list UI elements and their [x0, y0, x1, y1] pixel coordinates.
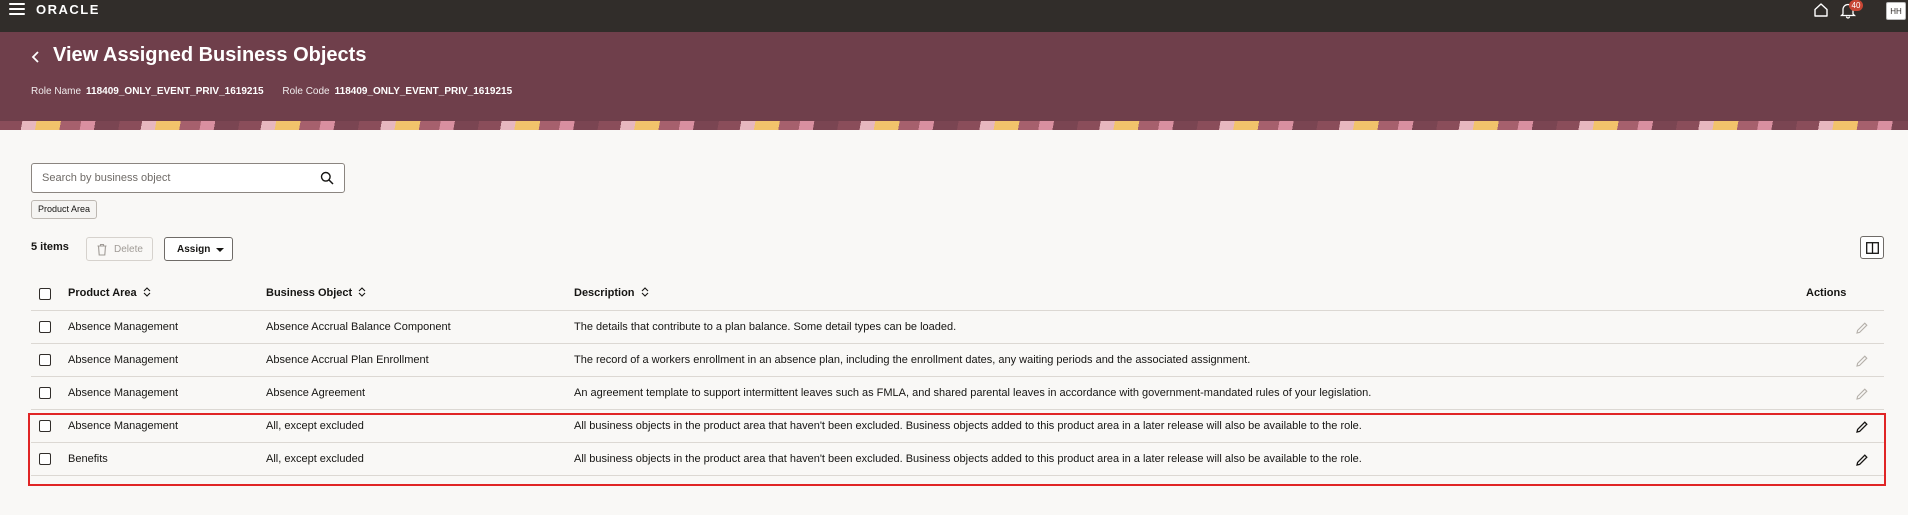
search-input[interactable]: [42, 169, 312, 187]
table-row[interactable]: Absence Management Absence Accrual Plan …: [31, 344, 1884, 377]
cell-product-area: Benefits: [68, 453, 108, 465]
edit-pencil-icon[interactable]: [1855, 387, 1869, 401]
cell-product-area: Absence Management: [68, 420, 179, 432]
items-count: 5 items: [31, 241, 69, 253]
cell-business-object: All, except excluded: [266, 420, 364, 432]
menu-icon[interactable]: [9, 3, 25, 17]
edit-pencil-icon[interactable]: [1855, 420, 1869, 434]
cell-business-object: All, except excluded: [266, 453, 364, 465]
column-header-product-area[interactable]: Product Area: [68, 287, 151, 299]
row-checkbox[interactable]: [39, 354, 51, 366]
user-avatar[interactable]: HH: [1886, 2, 1906, 20]
back-icon[interactable]: [30, 50, 42, 64]
cell-description: The details that contribute to a plan ba…: [574, 321, 957, 333]
home-icon[interactable]: [1813, 2, 1829, 18]
column-header-label: Product Area: [68, 287, 137, 299]
filter-chip-product-area[interactable]: Product Area: [31, 200, 98, 219]
row-checkbox[interactable]: [39, 420, 51, 432]
cell-description: All business objects in the product area…: [574, 453, 1362, 465]
table-row[interactable]: Benefits All, except excluded All busine…: [31, 443, 1884, 476]
role-code-label: Role Code: [282, 86, 330, 97]
row-checkbox[interactable]: [39, 387, 51, 399]
assign-button[interactable]: Assign: [164, 237, 233, 261]
edit-pencil-icon[interactable]: [1855, 453, 1869, 467]
page-title: View Assigned Business Objects: [53, 44, 367, 66]
cell-product-area: Absence Management: [68, 387, 179, 399]
sort-icon[interactable]: [641, 287, 649, 297]
column-layout-button[interactable]: [1860, 236, 1884, 259]
cell-business-object: Absence Agreement: [266, 387, 366, 399]
cell-product-area: Absence Management: [68, 321, 179, 333]
column-header-actions: Actions: [1806, 287, 1847, 299]
chevron-down-icon: [216, 248, 224, 252]
cell-description: An agreement template to support intermi…: [574, 387, 1372, 399]
role-info: Role Name 118409_ONLY_EVENT_PRIV_1619215 …: [31, 86, 528, 97]
header-decoration: [0, 121, 1908, 130]
sort-icon[interactable]: [358, 287, 366, 297]
global-header: ORACLE 40 HH: [0, 0, 1908, 32]
row-checkbox[interactable]: [39, 453, 51, 465]
oracle-logo[interactable]: ORACLE: [36, 2, 100, 17]
trash-icon: [97, 243, 107, 256]
page-header: View Assigned Business Objects Role Name…: [0, 32, 1908, 121]
table-row[interactable]: Absence Management All, except excluded …: [31, 410, 1884, 443]
select-all-checkbox[interactable]: [39, 288, 51, 300]
split-panel-icon: [1866, 242, 1879, 254]
assign-label: Assign: [177, 244, 211, 255]
notification-badge: 40: [1849, 0, 1863, 11]
delete-button[interactable]: Delete: [86, 237, 153, 261]
edit-pencil-icon[interactable]: [1855, 321, 1869, 335]
column-header-label: Description: [574, 287, 635, 299]
search-icon[interactable]: [320, 171, 334, 185]
table-row[interactable]: Absence Management Absence Agreement An …: [31, 377, 1884, 410]
table-header-row: Product Area Business Object Description…: [31, 278, 1884, 311]
cell-business-object: Absence Accrual Balance Component: [266, 321, 451, 333]
column-header-label: Business Object: [266, 287, 353, 299]
role-name-label: Role Name: [31, 86, 82, 97]
role-name-value: 118409_ONLY_EVENT_PRIV_1619215: [86, 86, 264, 97]
column-header-business-object[interactable]: Business Object: [266, 287, 366, 299]
sort-icon[interactable]: [143, 287, 151, 297]
column-header-description[interactable]: Description: [574, 287, 649, 299]
role-code-value: 118409_ONLY_EVENT_PRIV_1619215: [334, 86, 513, 97]
search-box[interactable]: [31, 163, 345, 193]
cell-product-area: Absence Management: [68, 354, 179, 366]
delete-label: Delete: [114, 244, 143, 255]
cell-business-object: Absence Accrual Plan Enrollment: [266, 354, 429, 366]
cell-description: The record of a workers enrollment in an…: [574, 354, 1251, 366]
table-row[interactable]: Absence Management Absence Accrual Balan…: [31, 311, 1884, 344]
row-checkbox[interactable]: [39, 321, 51, 333]
cell-description: All business objects in the product area…: [574, 420, 1362, 432]
edit-pencil-icon[interactable]: [1855, 354, 1869, 368]
